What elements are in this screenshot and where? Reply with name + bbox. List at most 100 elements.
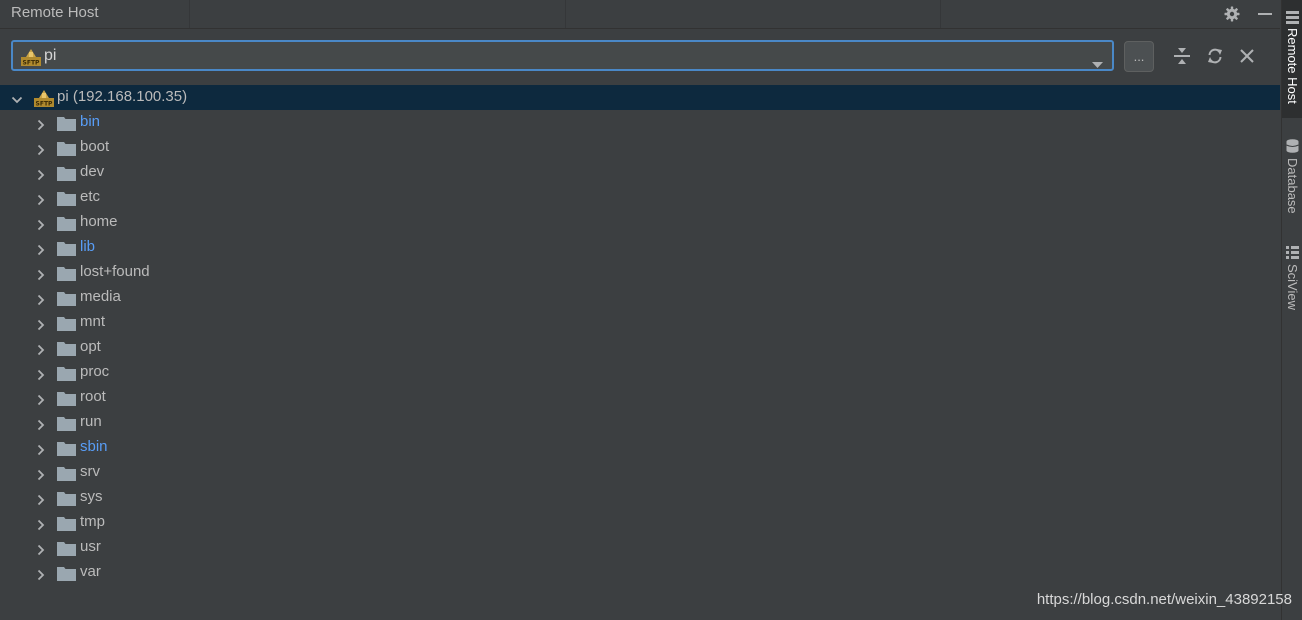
folder-icon [57, 191, 76, 210]
header-divider [565, 0, 566, 28]
sftp-icon: SFTP [34, 89, 54, 111]
folder-icon [57, 516, 76, 535]
tree-root-label: pi (192.168.100.35) [57, 88, 188, 105]
file-tree: SFTP pi (192.168.100.35) bin boot dev etc ho… [0, 85, 1280, 620]
tree-item-label: mnt [80, 313, 106, 330]
chevron-right-icon[interactable] [35, 516, 47, 535]
remote-host-tool-window: Remote Host SFTP pi ... SFTP pi (192.168… [0, 0, 1302, 620]
tree-item-label: media [80, 288, 121, 305]
tree-root-row[interactable]: SFTP pi (192.168.100.35) [0, 85, 1280, 110]
tree-item-label: lost+found [80, 263, 150, 280]
chevron-right-icon[interactable] [35, 191, 47, 210]
chevron-right-icon[interactable] [35, 316, 47, 335]
tree-item-label: run [80, 413, 102, 430]
tree-item-label: etc [80, 188, 101, 205]
chevron-right-icon[interactable] [35, 216, 47, 235]
tree-row-srv[interactable]: srv [0, 460, 1280, 485]
tree-row-proc[interactable]: proc [0, 360, 1280, 385]
connection-combobox[interactable]: SFTP pi [11, 40, 1114, 71]
tree-row-mnt[interactable]: mnt [0, 310, 1280, 335]
stripe-tab-sciview[interactable]: SciView [1282, 236, 1302, 318]
tree-row-dev[interactable]: dev [0, 160, 1280, 185]
chevron-right-icon[interactable] [35, 116, 47, 135]
tree-row-home[interactable]: home [0, 210, 1280, 235]
tree-row-sbin[interactable]: sbin [0, 435, 1280, 460]
remote-host-icon [1286, 9, 1299, 28]
chevron-right-icon[interactable] [35, 441, 47, 460]
browse-button[interactable]: ... [1124, 41, 1154, 72]
tree-row-tmp[interactable]: tmp [0, 510, 1280, 535]
chevron-right-icon[interactable] [35, 541, 47, 560]
chevron-right-icon[interactable] [35, 416, 47, 435]
chevron-right-icon[interactable] [35, 391, 47, 410]
close-icon[interactable] [1236, 45, 1258, 67]
tree-row-run[interactable]: run [0, 410, 1280, 435]
tree-item-label: bin [80, 113, 101, 130]
chevron-right-icon[interactable] [35, 241, 47, 260]
chevron-right-icon[interactable] [35, 166, 47, 185]
tree-row-lost-found[interactable]: lost+found [0, 260, 1280, 285]
tool-window-header: Remote Host [0, 0, 1280, 29]
tree-item-label: var [80, 563, 101, 580]
tree-item-label: sbin [80, 438, 108, 455]
watermark-text: https://blog.csdn.net/weixin_43892158 [1036, 591, 1292, 608]
tree-item-label: usr [80, 538, 101, 555]
tree-item-label: root [80, 388, 106, 405]
tree-item-label: boot [80, 138, 110, 155]
chevron-down-icon[interactable] [11, 91, 23, 110]
stripe-tab-database[interactable]: Database [1282, 130, 1302, 222]
folder-icon [57, 241, 76, 260]
tree-row-bin[interactable]: bin [0, 110, 1280, 135]
folder-icon [57, 566, 76, 585]
folder-icon [57, 266, 76, 285]
gear-icon[interactable] [1221, 3, 1243, 25]
dropdown-arrow-icon[interactable] [1092, 53, 1103, 72]
svg-text:SFTP: SFTP [36, 101, 54, 108]
minimize-icon[interactable] [1254, 3, 1276, 25]
folder-icon [57, 316, 76, 335]
tree-item-label: home [80, 213, 118, 230]
panel-title: Remote Host [11, 4, 99, 21]
folder-icon [57, 291, 76, 310]
tree-row-media[interactable]: media [0, 285, 1280, 310]
chevron-right-icon[interactable] [35, 366, 47, 385]
tree-row-boot[interactable]: boot [0, 135, 1280, 160]
folder-icon [57, 366, 76, 385]
chevron-right-icon[interactable] [35, 466, 47, 485]
chevron-right-icon[interactable] [35, 141, 47, 160]
folder-icon [57, 441, 76, 460]
folder-icon [57, 541, 76, 560]
tree-row-root[interactable]: root [0, 385, 1280, 410]
svg-text:SFTP: SFTP [23, 60, 41, 67]
folder-icon [57, 216, 76, 235]
tree-item-label: sys [80, 488, 103, 505]
refresh-icon[interactable] [1204, 45, 1226, 67]
tree-row-etc[interactable]: etc [0, 185, 1280, 210]
stripe-tab-remote-host[interactable]: Remote Host [1282, 0, 1302, 118]
folder-icon [57, 391, 76, 410]
stripe-tab-label: SciView [1285, 264, 1300, 311]
right-tool-stripe: Remote Host Database SciView [1281, 0, 1302, 620]
folder-icon [57, 166, 76, 185]
tree-item-label: opt [80, 338, 101, 355]
header-divider [940, 0, 941, 28]
tree-row-sys[interactable]: sys [0, 485, 1280, 510]
chevron-right-icon[interactable] [35, 566, 47, 585]
tree-item-label: srv [80, 463, 100, 480]
sciview-icon [1286, 244, 1299, 263]
tree-row-var[interactable]: var [0, 560, 1280, 585]
chevron-right-icon[interactable] [35, 491, 47, 510]
tree-row-usr[interactable]: usr [0, 535, 1280, 560]
collapse-all-icon[interactable] [1171, 45, 1193, 67]
tree-row-lib[interactable]: lib [0, 235, 1280, 260]
connection-toolbar: SFTP pi ... [0, 29, 1280, 85]
chevron-right-icon[interactable] [35, 291, 47, 310]
sftp-icon: SFTP [21, 48, 41, 70]
stripe-tab-label: Remote Host [1285, 28, 1300, 104]
tree-item-label: tmp [80, 513, 106, 530]
folder-icon [57, 416, 76, 435]
folder-icon [57, 491, 76, 510]
chevron-right-icon[interactable] [35, 266, 47, 285]
tree-row-opt[interactable]: opt [0, 335, 1280, 360]
chevron-right-icon[interactable] [35, 341, 47, 360]
